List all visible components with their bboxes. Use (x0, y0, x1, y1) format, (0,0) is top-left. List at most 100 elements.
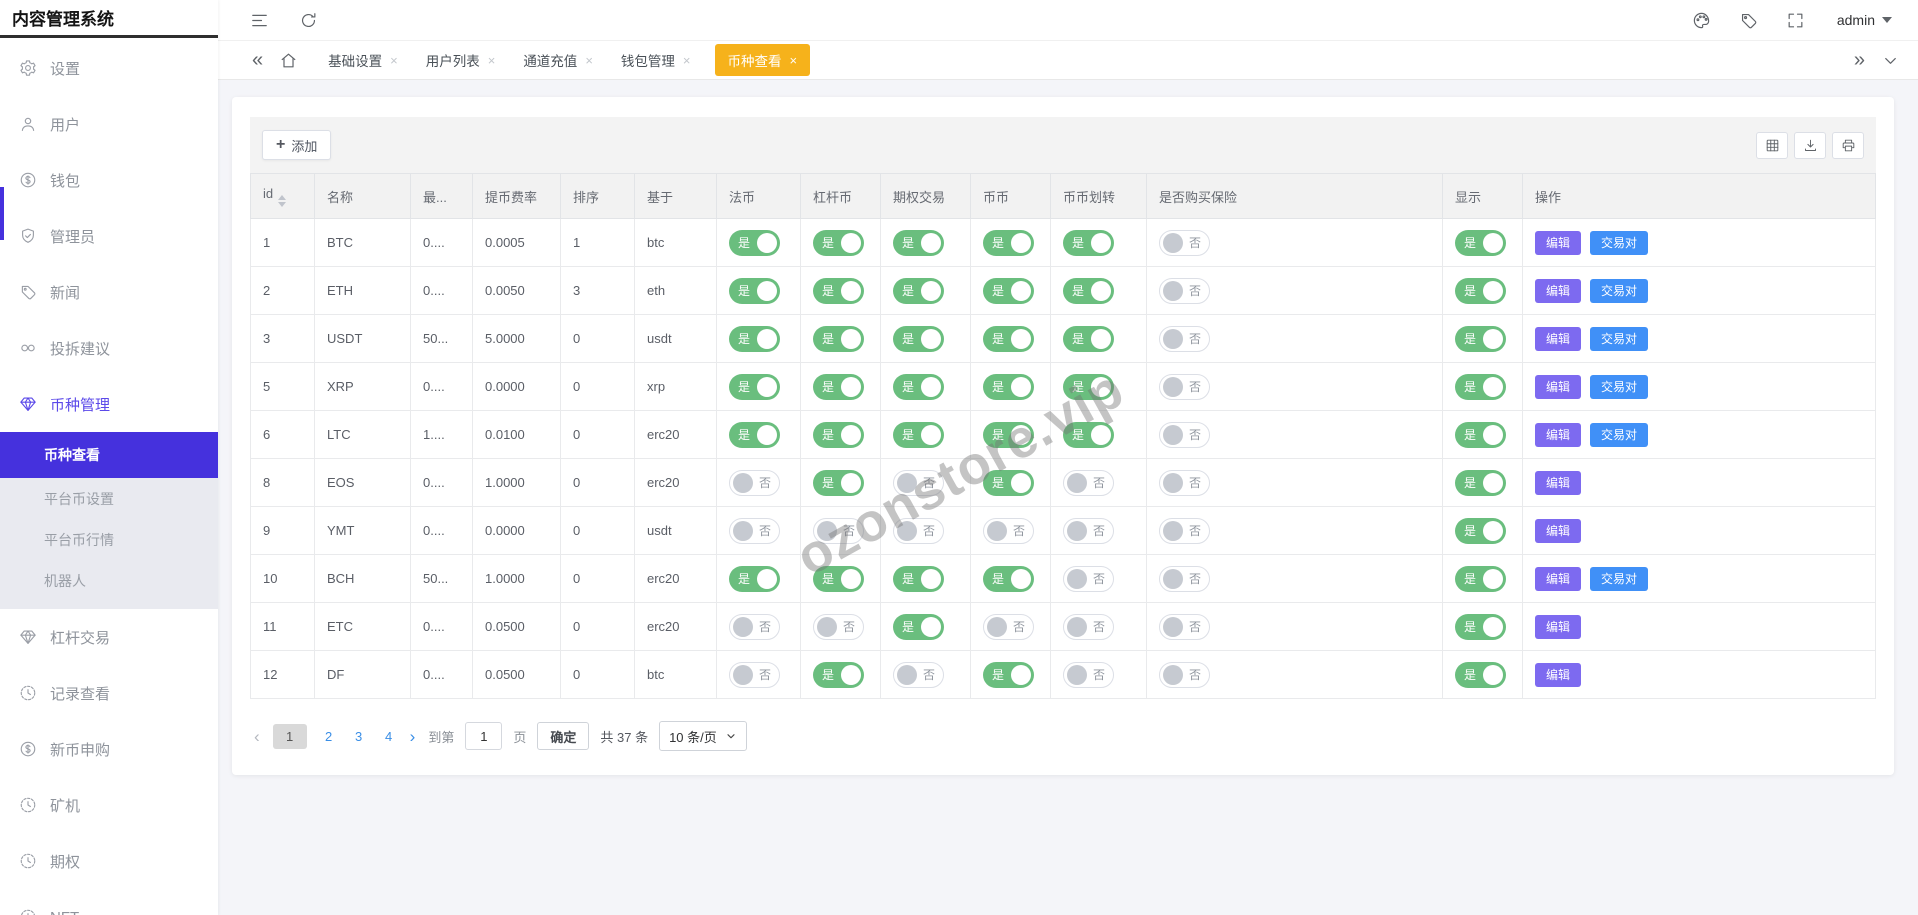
transfer-toggle[interactable]: 否 (1063, 613, 1114, 640)
lever-toggle[interactable]: 是 (813, 469, 864, 496)
fabi-toggle[interactable]: 是 (729, 325, 780, 352)
download-button[interactable] (1794, 131, 1826, 159)
show-toggle[interactable]: 是 (1455, 373, 1506, 400)
sidebar-item-settings[interactable]: 设置 (0, 40, 218, 96)
insurance-toggle[interactable]: 否 (1159, 517, 1210, 544)
tab-basic-settings[interactable]: 基础设置 × (324, 44, 402, 76)
insurance-toggle[interactable]: 否 (1159, 661, 1210, 688)
scroll-tabs-left-icon[interactable]: « (252, 50, 263, 70)
lever-toggle[interactable]: 是 (813, 277, 864, 304)
prev-page-icon[interactable]: ‹ (252, 728, 262, 745)
edit-button[interactable]: 编辑 (1535, 662, 1582, 687)
tab-close-icon[interactable]: × (585, 54, 593, 67)
bibi-toggle[interactable]: 是 (983, 565, 1034, 592)
option-toggle[interactable]: 是 (893, 373, 944, 400)
sidebar-item-wallet[interactable]: 钱包 (0, 152, 218, 208)
sidebar-subitem-platform-coin-settings[interactable]: 平台币设置 (0, 478, 218, 519)
next-page-icon[interactable]: › (408, 728, 418, 745)
columns-grid-button[interactable] (1756, 131, 1788, 159)
sidebar-subitem-platform-coin-market[interactable]: 平台币行情 (0, 519, 218, 560)
sidebar-item-option[interactable]: 期权 (0, 833, 218, 889)
edit-button[interactable]: 编辑 (1535, 374, 1582, 399)
bibi-toggle[interactable]: 是 (983, 661, 1034, 688)
insurance-toggle[interactable]: 否 (1159, 229, 1210, 256)
edit-button[interactable]: 编辑 (1535, 230, 1582, 255)
tab-close-icon[interactable]: × (390, 54, 398, 67)
show-toggle[interactable]: 是 (1455, 517, 1506, 544)
insurance-toggle[interactable]: 否 (1159, 421, 1210, 448)
fabi-toggle[interactable]: 是 (729, 421, 780, 448)
bibi-toggle[interactable]: 是 (983, 373, 1034, 400)
edit-button[interactable]: 编辑 (1535, 614, 1582, 639)
transfer-toggle[interactable]: 否 (1063, 469, 1114, 496)
show-toggle[interactable]: 是 (1455, 469, 1506, 496)
lever-toggle[interactable]: 是 (813, 565, 864, 592)
lever-toggle[interactable]: 是 (813, 373, 864, 400)
edit-button[interactable]: 编辑 (1535, 518, 1582, 543)
page-jump-input[interactable] (465, 722, 503, 750)
bibi-toggle[interactable]: 是 (983, 325, 1034, 352)
pair-button[interactable]: 交易对 (1590, 422, 1649, 447)
sidebar-item-nft[interactable]: NFT (0, 889, 218, 915)
sidebar-item-miner[interactable]: 矿机 (0, 777, 218, 833)
transfer-toggle[interactable]: 否 (1063, 565, 1114, 592)
show-toggle[interactable]: 是 (1455, 421, 1506, 448)
pair-button[interactable]: 交易对 (1590, 230, 1649, 255)
sidebar-subitem-coin-view[interactable]: 币种查看 (0, 432, 218, 478)
option-toggle[interactable]: 是 (893, 325, 944, 352)
transfer-toggle[interactable]: 是 (1063, 325, 1114, 352)
transfer-toggle[interactable]: 是 (1063, 421, 1114, 448)
sidebar-scrollbar-thumb[interactable] (0, 187, 4, 240)
show-toggle[interactable]: 是 (1455, 565, 1506, 592)
pair-button[interactable]: 交易对 (1590, 278, 1649, 303)
print-button[interactable] (1832, 131, 1864, 159)
user-menu[interactable]: admin (1837, 12, 1892, 28)
show-toggle[interactable]: 是 (1455, 613, 1506, 640)
insurance-toggle[interactable]: 否 (1159, 565, 1210, 592)
fabi-toggle[interactable]: 否 (729, 613, 780, 640)
transfer-toggle[interactable]: 是 (1063, 373, 1114, 400)
sidebar-item-news[interactable]: 新闻 (0, 264, 218, 320)
add-button[interactable]: + 添加 (262, 130, 332, 160)
pair-button[interactable]: 交易对 (1590, 326, 1649, 351)
tab-channel-recharge[interactable]: 通道充值 × (519, 44, 597, 76)
option-toggle[interactable]: 否 (893, 469, 944, 496)
sidebar-item-new-coin-subscribe[interactable]: 新币申购 (0, 721, 218, 777)
lever-toggle[interactable]: 是 (813, 229, 864, 256)
option-toggle[interactable]: 否 (893, 517, 944, 544)
sidebar-item-admins[interactable]: 管理员 (0, 208, 218, 264)
sidebar-item-coin-manage[interactable]: 币种管理 (0, 376, 218, 432)
fabi-toggle[interactable]: 否 (729, 469, 780, 496)
option-toggle[interactable]: 是 (893, 277, 944, 304)
show-toggle[interactable]: 是 (1455, 229, 1506, 256)
tab-close-icon[interactable]: × (790, 54, 798, 67)
tab-wallet-manage[interactable]: 钱包管理 × (617, 44, 695, 76)
show-toggle[interactable]: 是 (1455, 325, 1506, 352)
page-button-1[interactable]: 1 (272, 723, 307, 749)
lever-toggle[interactable]: 否 (813, 517, 864, 544)
theme-palette-icon[interactable] (1692, 11, 1711, 30)
show-toggle[interactable]: 是 (1455, 277, 1506, 304)
insurance-toggle[interactable]: 否 (1159, 613, 1210, 640)
insurance-toggle[interactable]: 否 (1159, 373, 1210, 400)
sidebar-item-records[interactable]: 记录查看 (0, 665, 218, 721)
lever-toggle[interactable]: 是 (813, 421, 864, 448)
fabi-toggle[interactable]: 是 (729, 565, 780, 592)
fabi-toggle[interactable]: 否 (729, 661, 780, 688)
option-toggle[interactable]: 否 (893, 661, 944, 688)
pair-button[interactable]: 交易对 (1590, 566, 1649, 591)
tab-coin-view[interactable]: 币种查看 × (714, 44, 811, 76)
confirm-page-button[interactable]: 确定 (537, 722, 590, 750)
option-toggle[interactable]: 是 (893, 613, 944, 640)
col-header-id[interactable]: id (250, 173, 315, 219)
insurance-toggle[interactable]: 否 (1159, 469, 1210, 496)
lever-toggle[interactable]: 是 (813, 661, 864, 688)
bibi-toggle[interactable]: 是 (983, 421, 1034, 448)
page-button-4[interactable]: 4 (381, 729, 397, 744)
sidebar-item-lever-trade[interactable]: 杠杆交易 (0, 609, 218, 665)
insurance-toggle[interactable]: 否 (1159, 277, 1210, 304)
fabi-toggle[interactable]: 否 (729, 517, 780, 544)
lever-toggle[interactable]: 是 (813, 325, 864, 352)
bibi-toggle[interactable]: 否 (983, 517, 1034, 544)
tag-icon[interactable] (1739, 11, 1758, 30)
